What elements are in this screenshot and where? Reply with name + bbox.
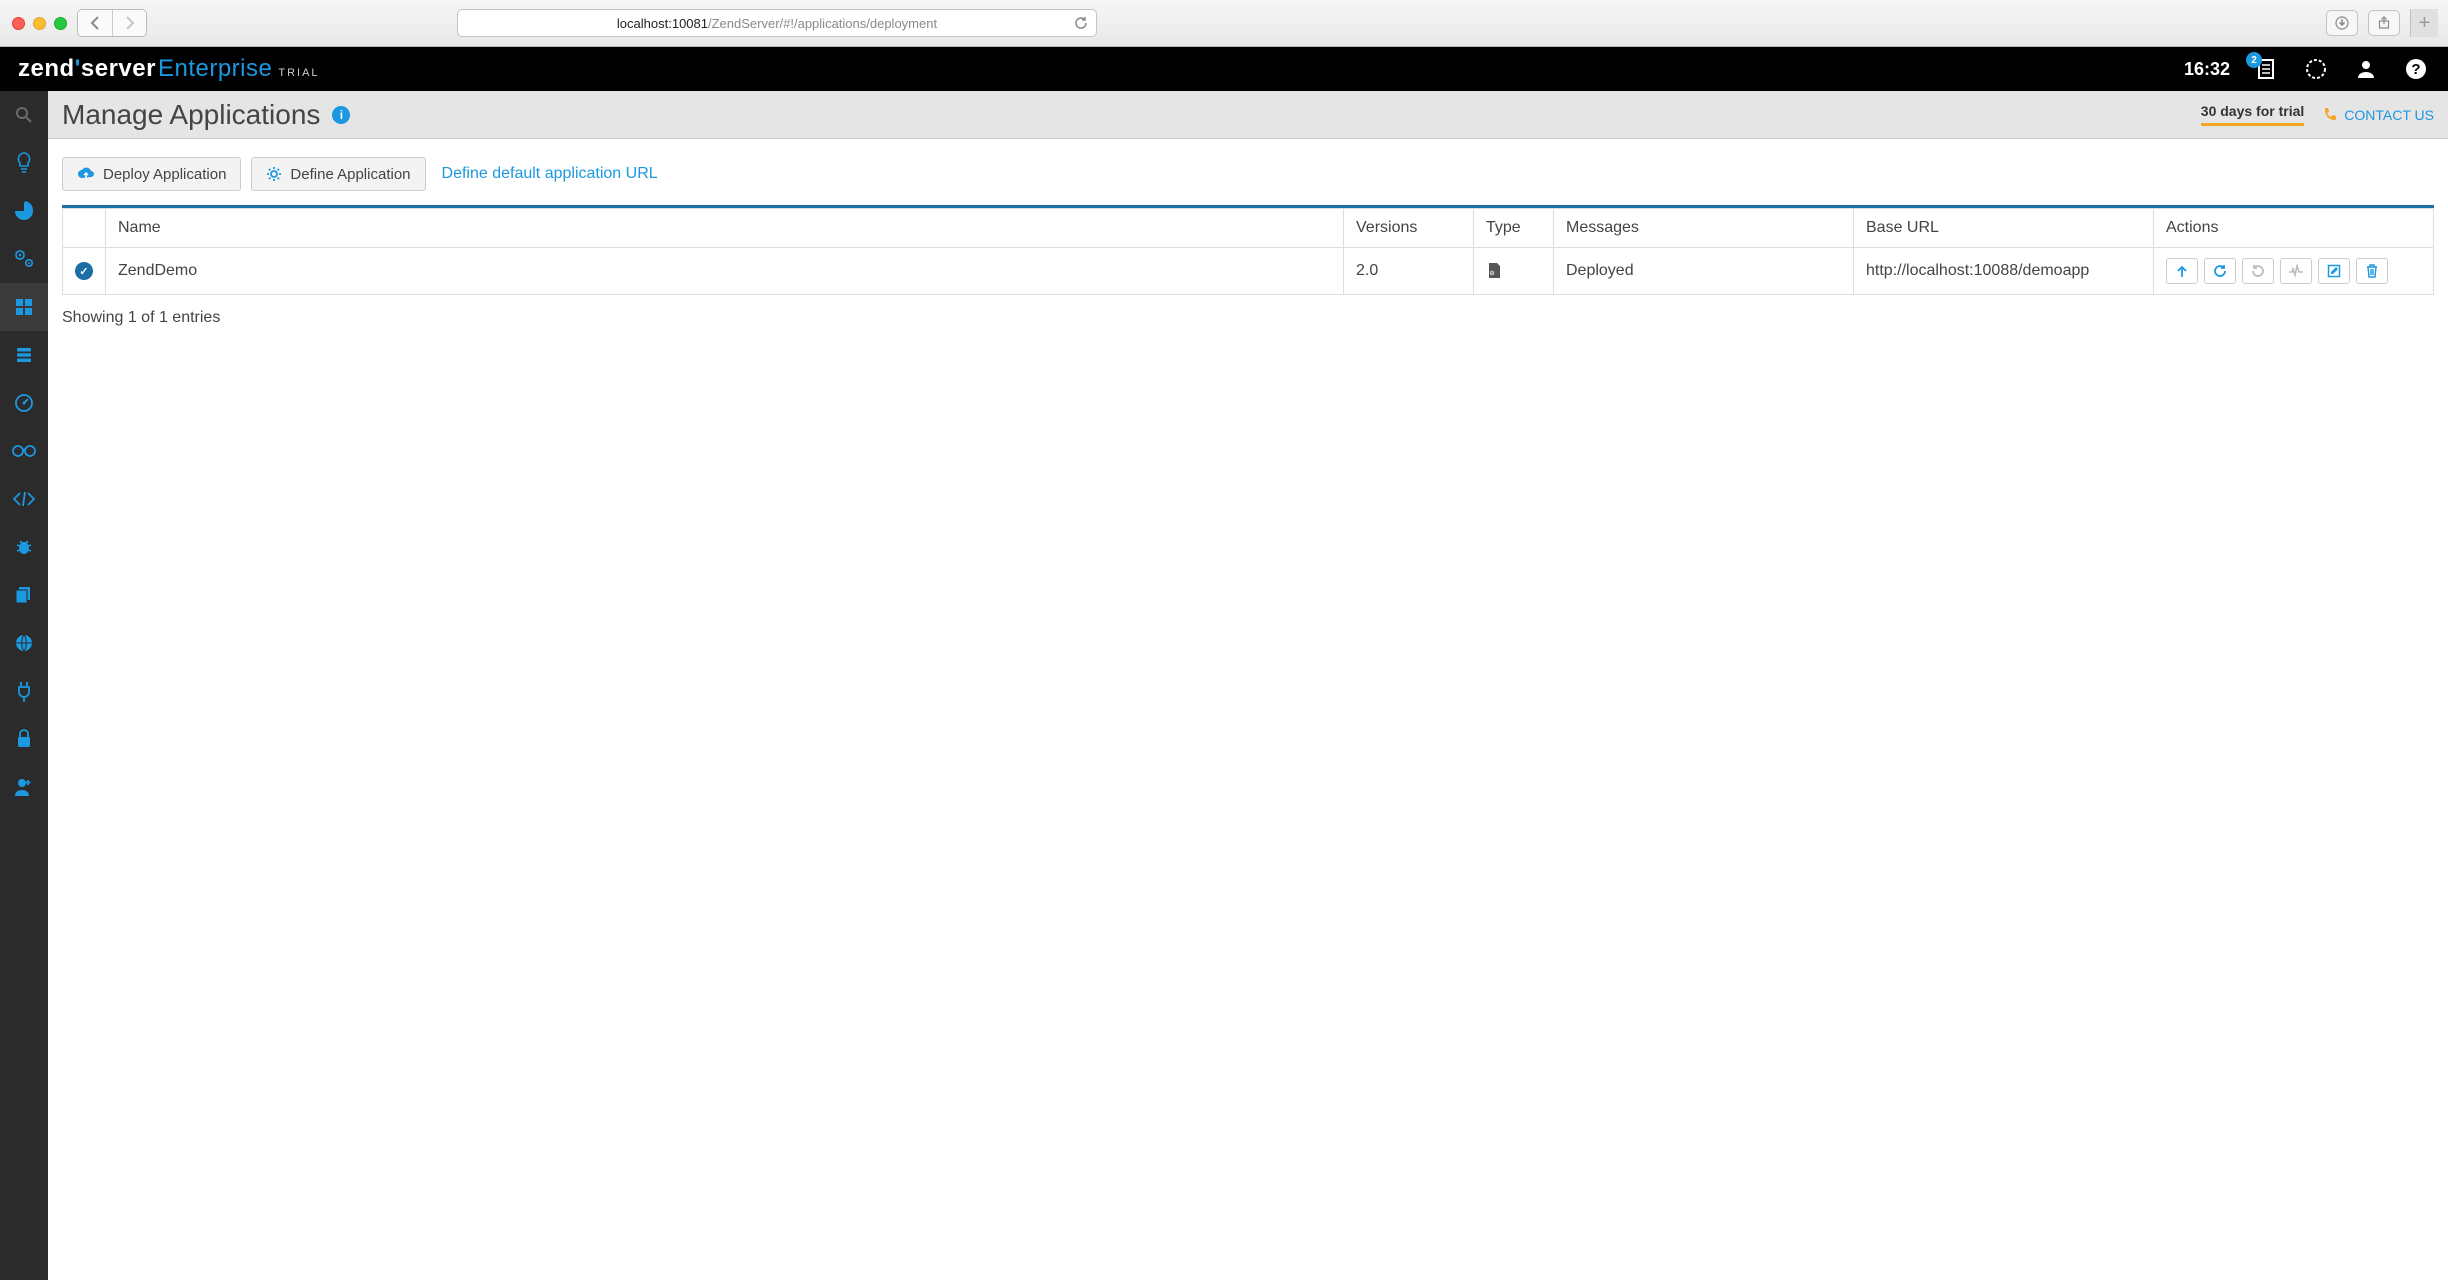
sidebar-monitor-icon[interactable] bbox=[0, 427, 48, 475]
clock: 16:32 bbox=[2184, 59, 2230, 80]
sidebar-globe-icon[interactable] bbox=[0, 619, 48, 667]
back-button[interactable] bbox=[78, 10, 112, 36]
action-rollback-icon[interactable] bbox=[2242, 258, 2274, 284]
sidebar-settings-icon[interactable] bbox=[0, 235, 48, 283]
minimize-window-button[interactable] bbox=[33, 17, 46, 30]
cell-baseurl: http://localhost:10088/demoapp bbox=[1854, 248, 2154, 295]
page-header: Manage Applications i 30 days for trial … bbox=[48, 91, 2448, 139]
row-actions bbox=[2166, 258, 2421, 284]
nav-buttons bbox=[77, 9, 147, 37]
action-edit-icon[interactable] bbox=[2318, 258, 2350, 284]
page-title: Manage Applications bbox=[62, 99, 320, 131]
chrome-right-controls: + bbox=[2326, 9, 2438, 37]
col-actions: Actions bbox=[2154, 209, 2434, 248]
action-update-icon[interactable] bbox=[2166, 258, 2198, 284]
default-url-link[interactable]: Define default application URL bbox=[442, 165, 658, 183]
cloud-upload-icon bbox=[77, 167, 95, 181]
cell-name: ZendDemo bbox=[106, 248, 1344, 295]
entries-summary: Showing 1 of 1 entries bbox=[62, 309, 2434, 327]
url-bar[interactable]: localhost:10081/ZendServer/#!/applicatio… bbox=[457, 9, 1097, 37]
close-window-button[interactable] bbox=[12, 17, 25, 30]
reload-icon[interactable] bbox=[1074, 16, 1088, 30]
sidebar-search-icon[interactable] bbox=[0, 91, 48, 139]
action-redeploy-icon[interactable] bbox=[2204, 258, 2236, 284]
sidebar-database-icon[interactable] bbox=[0, 331, 48, 379]
define-application-button[interactable]: Define Application bbox=[251, 157, 425, 191]
window-controls bbox=[12, 17, 67, 30]
contact-us-link[interactable]: CONTACT US bbox=[2322, 107, 2434, 123]
notifications-icon[interactable]: 2 bbox=[2252, 55, 2280, 83]
sidebar-debug-icon[interactable] bbox=[0, 523, 48, 571]
notification-badge: 2 bbox=[2246, 52, 2262, 68]
sidebar-analytics-icon[interactable] bbox=[0, 187, 48, 235]
table-row[interactable]: ✓ ZendDemo 2.0 Deployed http://localhost… bbox=[63, 248, 2434, 295]
table-header-row: Name Versions Type Messages Base URL Act… bbox=[63, 209, 2434, 248]
svg-text:?: ? bbox=[2411, 61, 2420, 78]
status-ok-icon: ✓ bbox=[75, 262, 93, 280]
downloads-icon[interactable] bbox=[2326, 10, 2358, 36]
new-tab-button[interactable]: + bbox=[2410, 9, 2438, 37]
cell-message: Deployed bbox=[1554, 248, 1854, 295]
sidebar-user-icon[interactable] bbox=[0, 763, 48, 811]
toolbar: Deploy Application Define Application De… bbox=[62, 157, 2434, 191]
share-icon[interactable] bbox=[2368, 10, 2400, 36]
action-health-icon[interactable] bbox=[2280, 258, 2312, 284]
sidebar-code-icon[interactable] bbox=[0, 475, 48, 523]
activity-icon[interactable] bbox=[2302, 55, 2330, 83]
phone-icon bbox=[2322, 107, 2338, 123]
help-icon[interactable]: ? bbox=[2402, 55, 2430, 83]
col-messages[interactable]: Messages bbox=[1554, 209, 1854, 248]
browser-chrome: localhost:10081/ZendServer/#!/applicatio… bbox=[0, 0, 2448, 47]
cell-version: 2.0 bbox=[1344, 248, 1474, 295]
info-icon[interactable]: i bbox=[332, 106, 350, 124]
sidebar bbox=[0, 91, 48, 1280]
content-area: Deploy Application Define Application De… bbox=[48, 139, 2448, 345]
trial-badge: 30 days for trial bbox=[2201, 103, 2305, 126]
sidebar-lock-icon[interactable] bbox=[0, 715, 48, 763]
brand-logo: zend'server Enterprise TRIAL bbox=[18, 55, 320, 83]
sidebar-apps-icon[interactable] bbox=[0, 283, 48, 331]
forward-button[interactable] bbox=[112, 10, 146, 36]
col-baseurl[interactable]: Base URL bbox=[1854, 209, 2154, 248]
sidebar-dashboard-icon[interactable] bbox=[0, 379, 48, 427]
contact-us-label: CONTACT US bbox=[2344, 107, 2434, 123]
zoom-window-button[interactable] bbox=[54, 17, 67, 30]
gear-icon bbox=[266, 166, 282, 182]
type-package-icon bbox=[1486, 262, 1541, 280]
deploy-label: Deploy Application bbox=[103, 166, 226, 183]
col-name[interactable]: Name bbox=[106, 209, 1344, 248]
sidebar-ideas-icon[interactable] bbox=[0, 139, 48, 187]
user-icon[interactable] bbox=[2352, 55, 2380, 83]
applications-table: Name Versions Type Messages Base URL Act… bbox=[62, 205, 2434, 295]
sidebar-layers-icon[interactable] bbox=[0, 571, 48, 619]
action-delete-icon[interactable] bbox=[2356, 258, 2388, 284]
col-type[interactable]: Type bbox=[1474, 209, 1554, 248]
sidebar-plugin-icon[interactable] bbox=[0, 667, 48, 715]
url-text: localhost:10081/ZendServer/#!/applicatio… bbox=[617, 16, 937, 31]
col-versions[interactable]: Versions bbox=[1344, 209, 1474, 248]
app-topbar: zend'server Enterprise TRIAL 16:32 2 ? bbox=[0, 47, 2448, 91]
define-label: Define Application bbox=[290, 166, 410, 183]
deploy-application-button[interactable]: Deploy Application bbox=[62, 157, 241, 191]
